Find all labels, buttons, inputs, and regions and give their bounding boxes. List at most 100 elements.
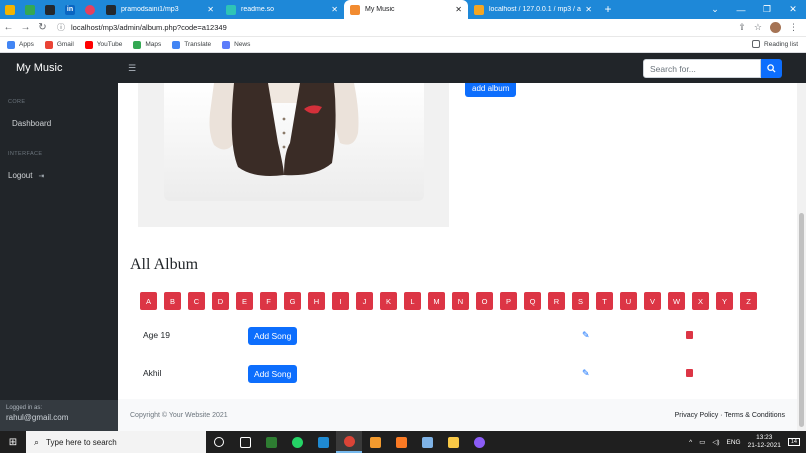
bookmark-news[interactable]: News	[222, 40, 250, 49]
task-view-button[interactable]	[232, 431, 258, 453]
taskbar-chrome[interactable]	[336, 431, 362, 453]
letter-button-g[interactable]: G	[284, 292, 301, 310]
letter-button-i[interactable]: I	[332, 292, 349, 310]
letter-button-l[interactable]: L	[404, 292, 421, 310]
menu-icon[interactable]: ⋮	[789, 22, 798, 33]
edit-icon[interactable]: ✎	[582, 368, 590, 379]
letter-button-p[interactable]: P	[500, 292, 517, 310]
trash-icon[interactable]	[686, 369, 693, 377]
letter-button-s[interactable]: S	[572, 292, 589, 310]
trash-icon[interactable]	[686, 331, 693, 339]
volume-icon[interactable]: ◁)	[712, 438, 719, 446]
chevron-down-icon[interactable]: ⌄	[702, 4, 728, 15]
tab-my-music[interactable]: My Music ✕	[344, 0, 468, 19]
back-icon[interactable]: ←	[0, 22, 17, 33]
taskbar-github-desktop[interactable]	[466, 431, 492, 453]
reading-list[interactable]: Reading list	[752, 40, 798, 48]
star-icon[interactable]: ☆	[754, 22, 762, 33]
letter-button-r[interactable]: R	[548, 292, 565, 310]
address-input[interactable]: ⓘ localhost/mp3/admin/album.php?code=a12…	[57, 21, 738, 35]
add-song-button[interactable]: Add Song	[248, 365, 298, 383]
sidebar-item-logout[interactable]: Logout ⇥	[8, 171, 44, 180]
search-input[interactable]	[643, 59, 761, 78]
letter-button-f[interactable]: F	[260, 292, 277, 310]
taskbar-xampp[interactable]	[388, 431, 414, 453]
chevron-up-icon[interactable]: ^	[689, 439, 692, 446]
pinned-tab-1[interactable]	[0, 0, 20, 19]
letter-button-y[interactable]: Y	[716, 292, 733, 310]
bookmark-maps[interactable]: Maps	[133, 40, 161, 49]
share-icon[interactable]: ⇪	[738, 22, 746, 33]
whatsapp-icon	[291, 436, 303, 448]
edit-icon[interactable]: ✎	[582, 330, 590, 341]
add-album-button[interactable]: add album	[465, 83, 517, 97]
pinned-tab-2[interactable]	[20, 0, 40, 19]
search-button[interactable]	[761, 59, 782, 78]
taskbar-search[interactable]: ⌕ Type here to search	[26, 431, 206, 453]
letter-button-d[interactable]: D	[212, 292, 229, 310]
add-song-button[interactable]: Add Song	[248, 327, 298, 345]
tab-readme[interactable]: readme.so ✕	[220, 0, 344, 19]
network-icon[interactable]: ▭	[699, 438, 705, 446]
letter-button-v[interactable]: V	[644, 292, 661, 310]
window-controls: ⌄ — ❐ ✕	[702, 0, 806, 19]
taskbar-vscode[interactable]	[310, 431, 336, 453]
taskbar-sublime[interactable]	[362, 431, 388, 453]
close-icon[interactable]: ✕	[207, 5, 214, 14]
cortana-button[interactable]	[206, 431, 232, 453]
tab-phpmyadmin[interactable]: localhost / 127.0.0.1 / mp3 / adm ✕	[468, 0, 598, 19]
letter-button-x[interactable]: X	[692, 292, 709, 310]
sidebar-item-dashboard[interactable]: Dashboard	[12, 119, 51, 128]
pinned-tab-3[interactable]	[40, 0, 60, 19]
letter-button-a[interactable]: A	[140, 292, 157, 310]
close-icon[interactable]: ✕	[455, 5, 462, 14]
letter-button-c[interactable]: C	[188, 292, 205, 310]
clock[interactable]: 13:23 21-12-2021	[748, 434, 781, 450]
letter-button-k[interactable]: K	[380, 292, 397, 310]
bookmark-youtube[interactable]: YouTube	[84, 40, 122, 49]
search-form	[643, 59, 782, 78]
letter-button-o[interactable]: O	[476, 292, 493, 310]
taskbar-whatsapp[interactable]	[284, 431, 310, 453]
bookmark-apps[interactable]: Apps	[7, 40, 34, 49]
page-scrollbar[interactable]	[797, 83, 806, 431]
minimize-icon[interactable]: —	[728, 5, 754, 15]
info-icon[interactable]: ⓘ	[57, 22, 65, 33]
letter-button-b[interactable]: B	[164, 292, 181, 310]
taskbar-virtualbox[interactable]	[414, 431, 440, 453]
letter-button-h[interactable]: H	[308, 292, 325, 310]
reload-icon[interactable]: ↻	[34, 22, 51, 33]
close-icon[interactable]: ✕	[331, 5, 338, 14]
scrollbar-thumb[interactable]	[799, 213, 804, 427]
letter-button-n[interactable]: N	[452, 292, 469, 310]
profile-avatar[interactable]	[770, 22, 781, 33]
pinned-tab-4[interactable]: in	[60, 0, 80, 19]
close-window-icon[interactable]: ✕	[780, 4, 806, 15]
bookmark-gmail[interactable]: Gmail	[44, 40, 74, 49]
sidebar-toggle-icon[interactable]: ☰	[128, 63, 136, 74]
user-email: rahul@gmail.com	[6, 413, 69, 422]
new-tab-button[interactable]: +	[598, 0, 618, 19]
footer-links[interactable]: Privacy Policy · Terms & Conditions	[675, 412, 785, 419]
letter-button-t[interactable]: T	[596, 292, 613, 310]
close-icon[interactable]: ✕	[585, 5, 592, 14]
notification-icon[interactable]: 14	[787, 438, 800, 446]
windows-start-icon[interactable]: ⊞	[0, 437, 26, 448]
pinned-tab-5[interactable]	[80, 0, 100, 19]
bookmark-translate[interactable]: Translate	[172, 40, 211, 49]
tab-github[interactable]: pramodsaini1/mp3 ✕	[100, 0, 220, 19]
letter-button-q[interactable]: Q	[524, 292, 541, 310]
letter-button-u[interactable]: U	[620, 292, 637, 310]
forward-icon[interactable]: →	[17, 22, 34, 33]
taskbar-explorer[interactable]	[440, 431, 466, 453]
brand[interactable]: My Music	[16, 62, 128, 74]
sign-out-icon: ⇥	[38, 172, 45, 180]
letter-button-j[interactable]: J	[356, 292, 373, 310]
letter-button-z[interactable]: Z	[740, 292, 757, 310]
taskbar-excel[interactable]	[258, 431, 284, 453]
letter-button-e[interactable]: E	[236, 292, 253, 310]
restore-icon[interactable]: ❐	[754, 4, 780, 15]
language-indicator[interactable]: ENG	[727, 439, 741, 446]
letter-button-m[interactable]: M	[428, 292, 445, 310]
letter-button-w[interactable]: W	[668, 292, 685, 310]
